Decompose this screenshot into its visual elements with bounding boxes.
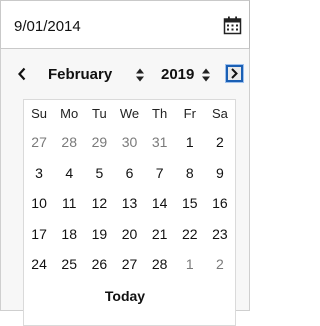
day-cell[interactable]: 19 bbox=[84, 219, 114, 250]
day-cell[interactable]: 16 bbox=[205, 188, 235, 219]
date-field[interactable]: 9/01/2014 bbox=[0, 0, 250, 49]
weekday-label: Fr bbox=[183, 106, 196, 121]
day-cell[interactable]: 27 bbox=[114, 249, 144, 280]
day-cell[interactable]: 14 bbox=[145, 188, 175, 219]
week-row: 24 25 26 27 28 1 2 bbox=[24, 249, 235, 280]
date-value[interactable]: 9/01/2014 bbox=[14, 18, 81, 36]
weekday-label: Sa bbox=[211, 106, 228, 121]
calendar-dropdown: February 2019 Su Mo Tu We Th Fr Sa 27 28… bbox=[0, 49, 250, 326]
day-cell[interactable]: 1 bbox=[175, 127, 205, 158]
day-cell[interactable]: 7 bbox=[145, 158, 175, 189]
day-cell[interactable]: 3 bbox=[24, 158, 54, 189]
weekday-label: We bbox=[119, 106, 140, 121]
day-cell[interactable]: 8 bbox=[175, 158, 205, 189]
day-cell[interactable]: 17 bbox=[24, 219, 54, 250]
weekday-label: Tu bbox=[92, 106, 107, 121]
day-cell[interactable]: 28 bbox=[54, 127, 84, 158]
day-cell[interactable]: 11 bbox=[54, 188, 84, 219]
weekday-label: Th bbox=[152, 106, 168, 121]
day-cell[interactable]: 20 bbox=[114, 219, 144, 250]
today-button[interactable]: Today bbox=[0, 288, 250, 304]
month-select[interactable]: February bbox=[45, 63, 149, 85]
day-cell[interactable]: 22 bbox=[175, 219, 205, 250]
day-cell[interactable]: 21 bbox=[145, 219, 175, 250]
weekday-label: Mo bbox=[60, 106, 79, 121]
day-cell[interactable]: 2 bbox=[205, 127, 235, 158]
month-label: February bbox=[48, 66, 113, 83]
week-row: 17 18 19 20 21 22 23 bbox=[24, 219, 235, 250]
day-cell[interactable]: 10 bbox=[24, 188, 54, 219]
day-cell[interactable]: 24 bbox=[24, 249, 54, 280]
day-cell[interactable]: 15 bbox=[175, 188, 205, 219]
day-cell[interactable]: 13 bbox=[114, 188, 144, 219]
weekday-label: Su bbox=[31, 106, 48, 121]
day-cell[interactable]: 18 bbox=[54, 219, 84, 250]
day-cell[interactable]: 29 bbox=[84, 127, 114, 158]
day-cell[interactable]: 23 bbox=[205, 219, 235, 250]
day-cell[interactable]: 6 bbox=[114, 158, 144, 189]
prev-month-button[interactable] bbox=[13, 63, 31, 85]
day-cell[interactable]: 28 bbox=[145, 249, 175, 280]
up-down-arrows-icon bbox=[136, 68, 144, 82]
day-cell[interactable]: 30 bbox=[114, 127, 144, 158]
day-cell[interactable]: 5 bbox=[84, 158, 114, 189]
week-row: 3 4 5 6 7 8 9 bbox=[24, 158, 235, 189]
weekday-header-row: Su Mo Tu We Th Fr Sa bbox=[24, 100, 235, 127]
day-cell[interactable]: 4 bbox=[54, 158, 84, 189]
calendar-icon[interactable] bbox=[223, 16, 242, 35]
chevron-right-icon bbox=[231, 68, 238, 79]
day-cell[interactable]: 27 bbox=[24, 127, 54, 158]
day-cell[interactable]: 12 bbox=[84, 188, 114, 219]
year-select[interactable]: 2019 bbox=[159, 63, 215, 85]
week-row: 27 28 29 30 31 1 2 bbox=[24, 127, 235, 158]
chevron-left-icon bbox=[18, 67, 26, 81]
day-cell[interactable]: 25 bbox=[54, 249, 84, 280]
day-cell[interactable]: 26 bbox=[84, 249, 114, 280]
day-cell[interactable]: 31 bbox=[145, 127, 175, 158]
day-cell[interactable]: 1 bbox=[175, 249, 205, 280]
next-month-button[interactable] bbox=[226, 65, 243, 82]
year-label: 2019 bbox=[161, 66, 195, 83]
week-row: 10 11 12 13 14 15 16 bbox=[24, 188, 235, 219]
day-cell[interactable]: 2 bbox=[205, 249, 235, 280]
day-cell[interactable]: 9 bbox=[205, 158, 235, 189]
up-down-arrows-icon bbox=[202, 68, 210, 82]
